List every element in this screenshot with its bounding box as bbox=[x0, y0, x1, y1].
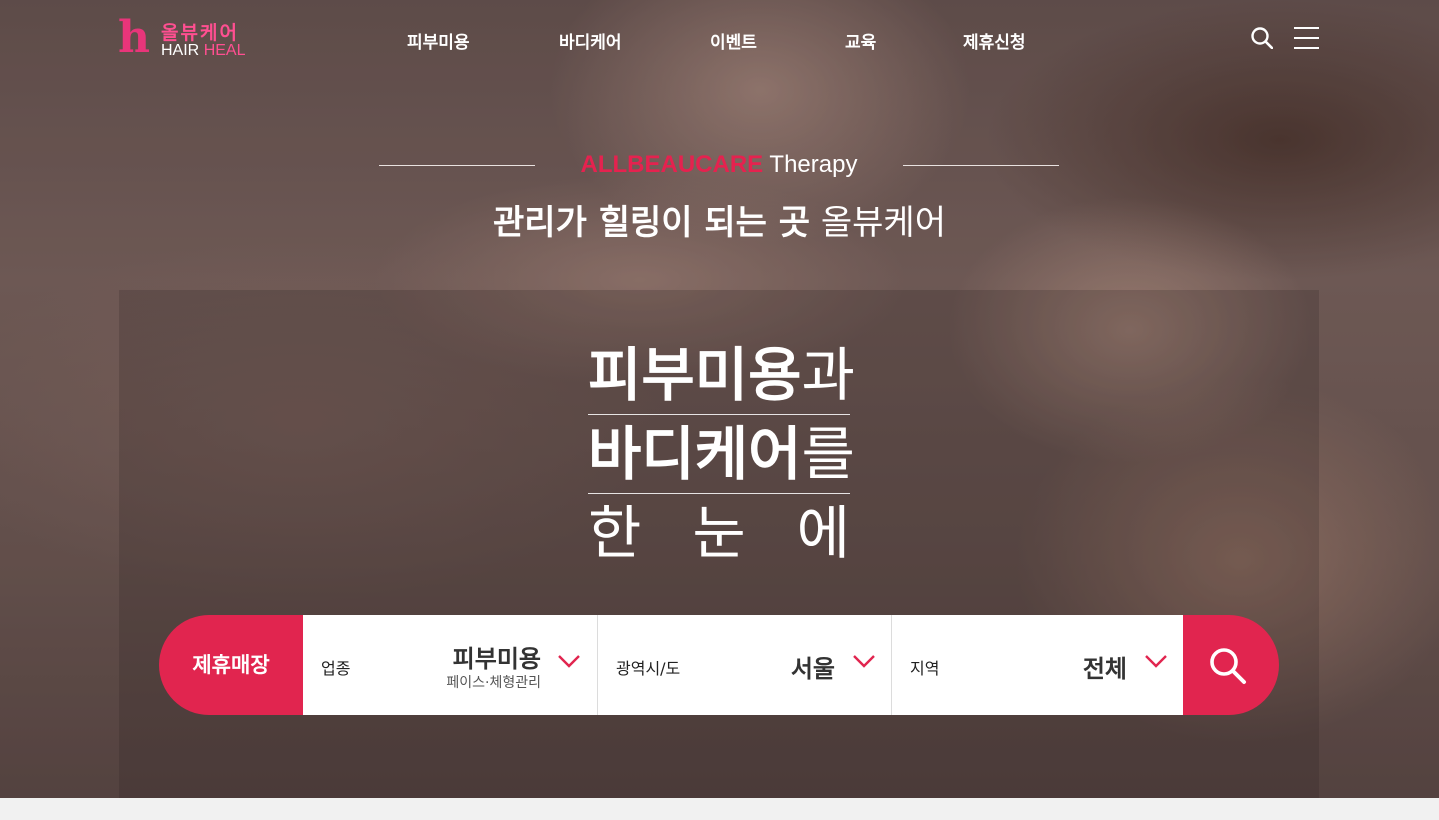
area-value: 전체 bbox=[1082, 655, 1127, 683]
page-bottom-strip bbox=[0, 798, 1439, 820]
hero-subtitle: 관리가 힐링이 되는 곳 올뷰케어 bbox=[0, 200, 1439, 246]
chevron-down-icon bbox=[558, 655, 580, 668]
region-select[interactable]: 광역시/도 서울 bbox=[597, 615, 891, 715]
nav-item-education[interactable]: 교육 bbox=[845, 28, 876, 53]
area-caption: 지역 bbox=[910, 659, 940, 678]
nav-item-event[interactable]: 이벤트 bbox=[710, 28, 757, 53]
eyebrow-word: Therapy bbox=[769, 151, 858, 178]
region-value: 서울 bbox=[790, 655, 835, 683]
headline-line-2: 바디케어를 bbox=[588, 415, 855, 494]
store-search-bar: 제휴매장 업종 피부미용 페이스·체형관리 광역시/도 서울 지역 전체 bbox=[159, 615, 1279, 715]
category-select[interactable]: 업종 피부미용 페이스·체형관리 bbox=[303, 615, 597, 715]
subtitle-bold: 관리가 힐링이 되는 곳 bbox=[493, 203, 811, 243]
search-submit-button[interactable] bbox=[1183, 615, 1279, 715]
site-header: h 올뷰케어 HAIR HEAL 피부미용 바디케어 이벤트 교육 제휴신청 bbox=[0, 0, 1439, 80]
search-icon[interactable] bbox=[1251, 27, 1274, 50]
headline-line-1: 피부미용과 bbox=[588, 336, 855, 415]
area-select[interactable]: 지역 전체 bbox=[891, 615, 1183, 715]
category-sub: 페이스·체형관리 bbox=[446, 675, 541, 691]
eyebrow-text: ALLBEAUCARE Therapy bbox=[379, 148, 1059, 182]
headline-char: 눈 bbox=[692, 499, 746, 567]
hero-eyebrow: ALLBEAUCARE Therapy bbox=[379, 148, 1059, 182]
nav-item-bodycare[interactable]: 바디케어 bbox=[559, 28, 622, 53]
eyebrow-brand: ALLBEAUCARE bbox=[580, 151, 764, 178]
headline-line-1-light: 과 bbox=[801, 341, 855, 409]
hamburger-icon[interactable] bbox=[1294, 27, 1320, 49]
headline-line-2-light: 를 bbox=[801, 420, 855, 488]
hero-headline: 피부미용과 바디케어를 한 눈 에 bbox=[588, 336, 855, 573]
region-caption: 광역시/도 bbox=[616, 659, 681, 678]
nav-item-partnership[interactable]: 제휴신청 bbox=[963, 28, 1026, 53]
subtitle-light: 올뷰케어 bbox=[820, 203, 946, 243]
chevron-down-icon bbox=[1145, 655, 1167, 668]
headline-char: 에 bbox=[796, 499, 850, 567]
headline-line-3: 한 눈 에 bbox=[588, 494, 850, 573]
headline-line-2-bold: 바디케어 bbox=[588, 420, 802, 488]
main-nav: 피부미용 바디케어 이벤트 교육 제휴신청 bbox=[0, 28, 1439, 53]
search-bar-label: 제휴매장 bbox=[159, 615, 303, 715]
headline-line-1-bold: 피부미용 bbox=[588, 341, 802, 409]
search-icon bbox=[1210, 648, 1246, 684]
headline-char: 한 bbox=[588, 499, 642, 567]
category-caption: 업종 bbox=[321, 659, 351, 678]
chevron-down-icon bbox=[853, 655, 875, 668]
category-value: 피부미용 bbox=[452, 645, 541, 673]
nav-item-skincare[interactable]: 피부미용 bbox=[407, 28, 470, 53]
